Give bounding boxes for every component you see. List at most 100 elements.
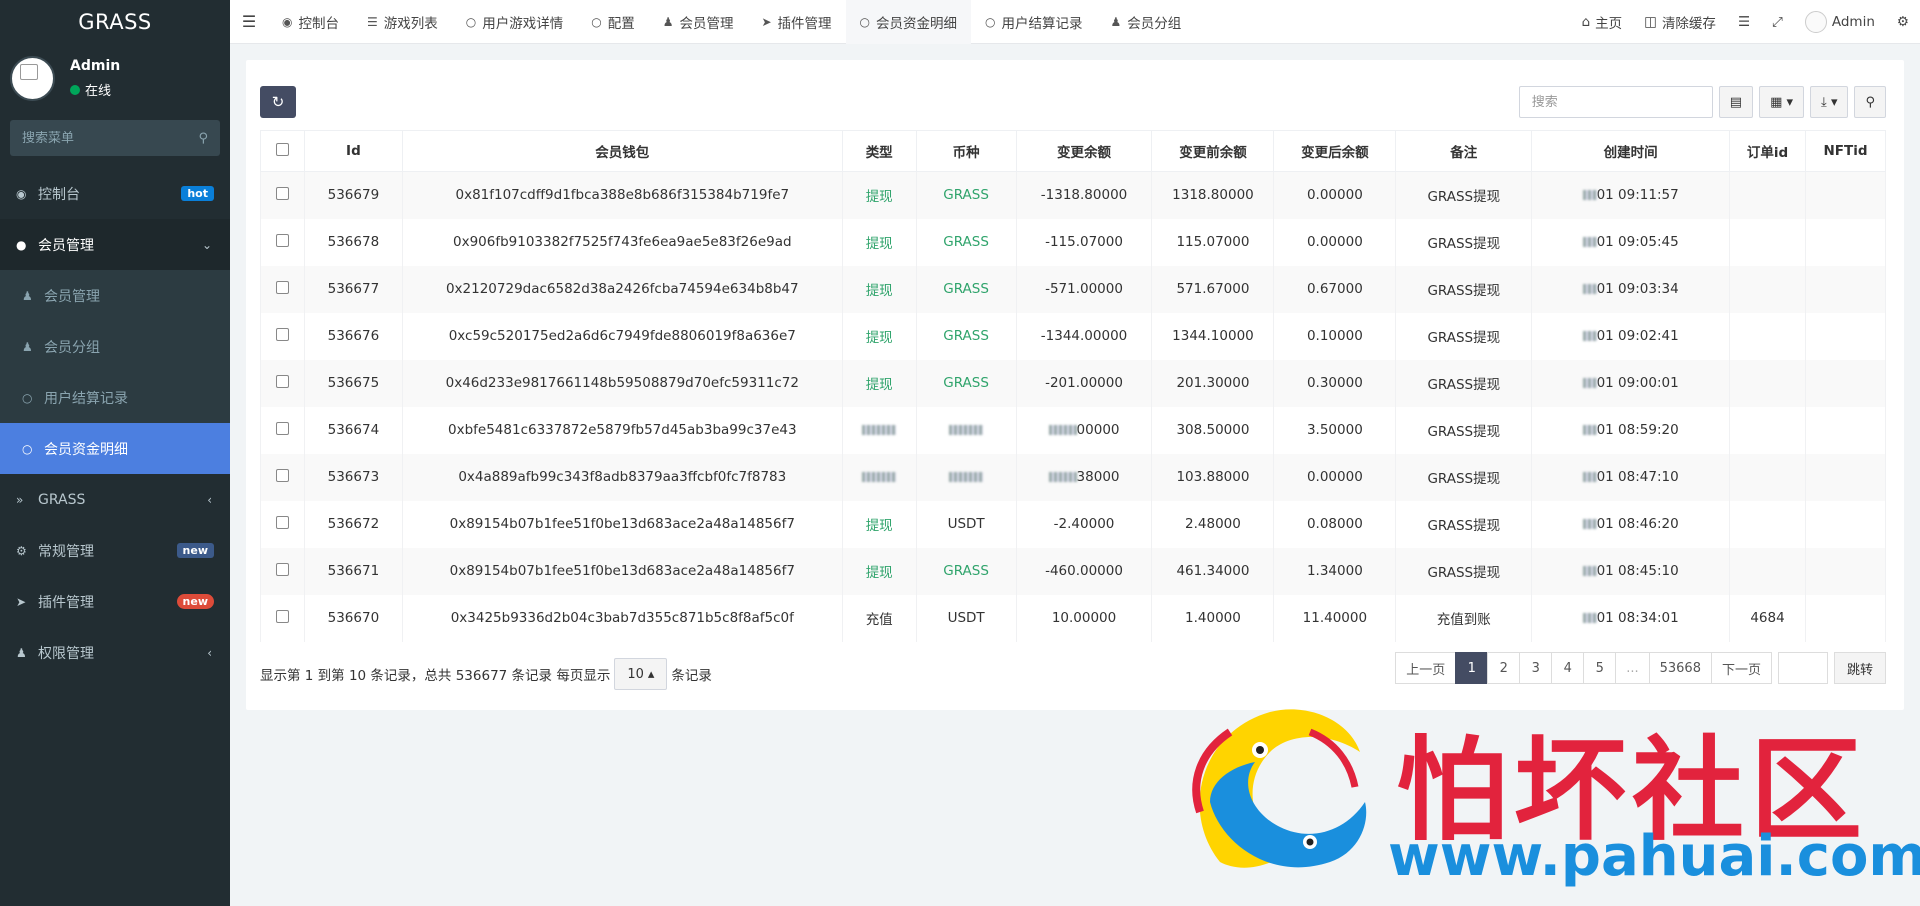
row-checkbox[interactable] xyxy=(275,186,289,200)
row-checkbox[interactable] xyxy=(275,327,289,341)
select-all[interactable] xyxy=(260,130,305,172)
blurred-content xyxy=(1582,566,1597,576)
home-link[interactable]: ⌂ 主页 xyxy=(1571,12,1634,32)
avatar xyxy=(10,56,55,101)
menu-toggle-icon[interactable]: ☰ xyxy=(230,12,268,31)
cell-wallet: 0x89154b07b1fee51f0be13d683ace2a48a14856… xyxy=(401,500,843,548)
columns-button[interactable]: ▦ ▾ xyxy=(1759,86,1805,118)
chevron-down-icon: ⌄ xyxy=(201,237,212,252)
row-select[interactable] xyxy=(260,500,305,548)
row-checkbox[interactable] xyxy=(275,562,289,576)
page-button[interactable]: 4 xyxy=(1551,652,1585,684)
menu-search-input[interactable] xyxy=(22,130,182,146)
page-button[interactable]: 3 xyxy=(1519,652,1553,684)
cell-wallet: 0x81f107cdff9d1fbca388e8b686f315384b719f… xyxy=(401,171,843,219)
row-checkbox[interactable] xyxy=(275,421,289,435)
export-button[interactable]: ⤓ ▾ xyxy=(1810,86,1849,118)
page-button[interactable]: 5 xyxy=(1583,652,1617,684)
jump-button[interactable]: 跳转 xyxy=(1833,652,1886,684)
toggle-view-button[interactable]: ▤ xyxy=(1718,86,1754,118)
next-page-button[interactable]: 下一页 xyxy=(1710,652,1772,684)
page-button[interactable]: 1 xyxy=(1455,652,1489,684)
row-checkbox[interactable] xyxy=(275,609,289,623)
dashboard-icon: ◉ xyxy=(282,14,293,29)
select-all-checkbox[interactable] xyxy=(275,142,289,156)
column-header[interactable]: 备注 xyxy=(1395,130,1533,172)
row-checkbox[interactable] xyxy=(275,233,289,247)
users-icon: ♟ xyxy=(1110,14,1122,29)
tab-member-management[interactable]: ♟ 会员管理 xyxy=(649,0,748,44)
row-checkbox[interactable] xyxy=(275,468,289,482)
column-header[interactable]: 变更后余额 xyxy=(1273,130,1397,172)
page-button[interactable]: 2 xyxy=(1487,652,1521,684)
sidebar-item-fund-details[interactable]: ○ 会员资金明细 xyxy=(0,423,230,474)
column-header[interactable]: 类型 xyxy=(841,130,917,172)
column-header[interactable]: 订单id xyxy=(1729,130,1806,172)
column-header[interactable]: NFTid xyxy=(1804,130,1887,172)
sidebar-item-permissions[interactable]: ♟ 权限管理 ‹ xyxy=(0,627,230,678)
sidebar-item-member-management[interactable]: ● 会员管理 ⌄ xyxy=(0,219,230,270)
clear-cache-button[interactable]: ◫ 清除缓存 xyxy=(1633,12,1727,32)
sidebar-item-member-groups[interactable]: ♟ 会员分组 xyxy=(0,321,230,372)
cell-order xyxy=(1729,453,1806,501)
sidebar-item-members[interactable]: ♟ 会员管理 xyxy=(0,270,230,321)
cell-before: 1.40000 xyxy=(1151,594,1275,642)
app-logo[interactable]: GRASS xyxy=(0,0,230,44)
fullscreen-icon[interactable]: ⤢ xyxy=(1761,14,1794,30)
sidebar: GRASS Admin 在线 ⚲ ◉ 控制台 hot ● 会员管理 ⌄ ♟ 会员… xyxy=(0,0,230,906)
blurred-content xyxy=(1048,472,1077,482)
tab-user-game-details[interactable]: ○ 用户游戏详情 xyxy=(452,0,577,44)
sidebar-item-dashboard[interactable]: ◉ 控制台 hot xyxy=(0,168,230,219)
row-checkbox[interactable] xyxy=(275,515,289,529)
cell-after: 0.67000 xyxy=(1273,265,1397,313)
row-select[interactable] xyxy=(260,547,305,595)
page-button[interactable]: 53668 xyxy=(1648,652,1712,684)
circle-icon: ○ xyxy=(591,14,602,29)
cell-id: 536679 xyxy=(303,171,403,219)
tab-dashboard[interactable]: ◉ 控制台 xyxy=(268,0,353,44)
row-select[interactable] xyxy=(260,265,305,313)
search-icon: ⚲ xyxy=(1865,94,1875,110)
row-select[interactable] xyxy=(260,453,305,501)
cell-nft xyxy=(1804,265,1887,313)
tab-fund-details[interactable]: ○ 会员资金明细 xyxy=(845,0,972,44)
translate-icon[interactable]: ☰ xyxy=(1727,14,1761,30)
row-select[interactable] xyxy=(260,171,305,219)
row-select[interactable] xyxy=(260,594,305,642)
cell-before: 103.88000 xyxy=(1151,453,1275,501)
sidebar-item-plugins[interactable]: ➤ 插件管理 new xyxy=(0,576,230,627)
row-select[interactable] xyxy=(260,218,305,266)
row-select[interactable] xyxy=(260,312,305,360)
column-header[interactable]: Id xyxy=(303,130,403,172)
row-checkbox[interactable] xyxy=(275,280,289,294)
prev-page-button[interactable]: 上一页 xyxy=(1395,652,1457,684)
search-icon[interactable]: ⚲ xyxy=(198,131,208,146)
column-header[interactable]: 变更前余额 xyxy=(1151,130,1275,172)
tab-game-list[interactable]: ☰ 游戏列表 xyxy=(353,0,452,44)
sidebar-item-general[interactable]: ⚙ 常规管理 new xyxy=(0,525,230,576)
table-search-input[interactable] xyxy=(1518,86,1713,118)
content-panel: ↻ ▤ ▦ ▾ ⤓ ▾ ⚲ Id 会员钱包 类型 币种 变更余额 变更前余额 变… xyxy=(246,60,1904,710)
tab-config[interactable]: ○ 配置 xyxy=(577,0,648,44)
tab-plugins[interactable]: ➤ 插件管理 xyxy=(747,0,845,44)
column-header[interactable]: 创建时间 xyxy=(1531,130,1731,172)
column-header[interactable]: 会员钱包 xyxy=(401,130,843,172)
cell-coin: USDT xyxy=(915,500,1017,548)
tab-member-groups[interactable]: ♟ 会员分组 xyxy=(1097,0,1196,44)
jump-page-input[interactable] xyxy=(1777,652,1828,684)
refresh-button[interactable]: ↻ xyxy=(260,86,296,118)
row-checkbox[interactable] xyxy=(275,374,289,388)
page-size-select[interactable]: 10 ▴ xyxy=(614,658,668,690)
column-header[interactable]: 变更余额 xyxy=(1015,130,1153,172)
advanced-search-button[interactable]: ⚲ xyxy=(1854,86,1886,118)
row-select[interactable] xyxy=(260,359,305,407)
tab-settlement-records[interactable]: ○ 用户结算记录 xyxy=(971,0,1096,44)
sidebar-item-settlement-records[interactable]: ○ 用户结算记录 xyxy=(0,372,230,423)
user-menu[interactable]: Admin xyxy=(1794,11,1886,33)
sidebar-item-grass[interactable]: » GRASS ‹ xyxy=(0,474,230,525)
cell-id: 536671 xyxy=(303,547,403,595)
users-icon: ♟ xyxy=(16,645,27,660)
row-select[interactable] xyxy=(260,406,305,454)
column-header[interactable]: 币种 xyxy=(915,130,1017,172)
settings-icon[interactable]: ⚙ xyxy=(1886,14,1920,30)
